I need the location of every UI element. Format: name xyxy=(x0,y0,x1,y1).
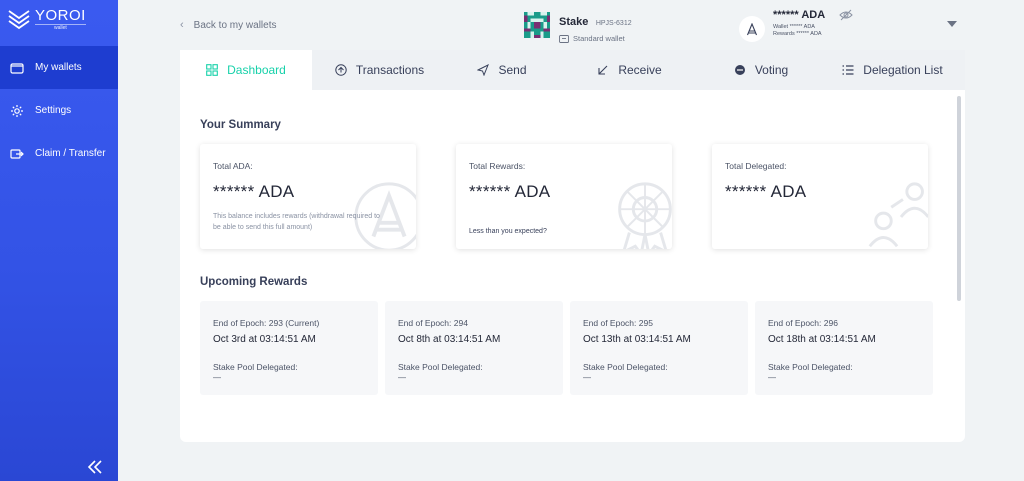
wallet-type: Standard wallet xyxy=(573,34,625,43)
gear-icon xyxy=(11,104,23,117)
logo-text: YOROI xyxy=(35,7,86,24)
balance-rewards: Rewards ****** ADA xyxy=(773,31,822,38)
wallet-icon xyxy=(10,62,24,74)
panel-scrollbar[interactable] xyxy=(957,96,961,301)
epoch-date: Oct 13th at 03:14:51 AM xyxy=(583,334,691,345)
tab-label: Receive xyxy=(618,63,662,77)
wallet-balance[interactable]: ****** ADA Wallet ****** ADA Rewards ***… xyxy=(739,9,853,42)
logo-subtext: wallet xyxy=(35,24,86,31)
epoch-card: End of Epoch: 295 Oct 13th at 03:14:51 A… xyxy=(570,301,748,395)
stake-pool-label: Stake Pool Delegated: xyxy=(213,362,298,372)
back-to-wallets-link[interactable]: ‹ Back to my wallets xyxy=(180,19,276,31)
rewards-watermark-icon xyxy=(618,182,672,249)
wallet-info[interactable]: Stake HPJS-6312 Standard wallet xyxy=(524,12,632,43)
total-delegated-card: Total Delegated: ****** ADA xyxy=(712,144,928,249)
yoroi-logo[interactable]: YOROI wallet xyxy=(8,8,86,31)
dashboard-panel: Your Summary Total ADA: ****** ADA This … xyxy=(180,90,965,442)
epoch-card: End of Epoch: 296 Oct 18th at 03:14:51 A… xyxy=(755,301,933,395)
card-amount: ****** ADA xyxy=(213,182,295,201)
tab-label: Transactions xyxy=(355,63,425,77)
stake-pool-label: Stake Pool Delegated: xyxy=(583,362,668,372)
sidebar: YOROI wallet My wallets Settings Claim /… xyxy=(0,0,118,481)
balance-wallet: Wallet ****** ADA xyxy=(773,24,815,30)
stake-pool-value: — xyxy=(398,373,406,382)
epoch-label: End of Epoch: 295 xyxy=(583,318,653,328)
wallet-plate: HPJS-6312 xyxy=(595,20,632,27)
tab-label: Send xyxy=(498,63,527,77)
stake-pool-label: Stake Pool Delegated: xyxy=(768,362,853,372)
back-label: Back to my wallets xyxy=(193,19,277,31)
wallet-identicon xyxy=(524,12,550,38)
chevron-down-icon[interactable] xyxy=(947,21,957,27)
card-label: Total ADA: xyxy=(213,161,253,171)
epoch-date: Oct 8th at 03:14:51 AM xyxy=(398,334,501,345)
card-amount: ****** ADA xyxy=(469,182,551,201)
sidebar-item-label: Settings xyxy=(35,105,72,116)
hide-balance-icon[interactable] xyxy=(839,9,853,21)
stake-pool-label: Stake Pool Delegated: xyxy=(398,362,483,372)
transfer-icon xyxy=(10,148,24,159)
wallet-tabs: Dashboard Transactions Send Receive Voti… xyxy=(180,50,965,90)
upcoming-rewards-title: Upcoming Rewards xyxy=(200,276,308,288)
card-label: Total Delegated: xyxy=(725,161,787,171)
stake-pool-value: — xyxy=(213,373,221,382)
total-ada-card: Total ADA: ****** ADA This balance inclu… xyxy=(200,144,416,249)
total-rewards-card: Total Rewards: ****** ADA Less than you … xyxy=(456,144,672,249)
sidebar-item-claim-transfer[interactable]: Claim / Transfer xyxy=(0,132,118,175)
yoroi-logo-icon xyxy=(8,10,30,30)
epoch-label: End of Epoch: 293 (Current) xyxy=(213,318,320,328)
top-bar: ‹ Back to my wallets Stake HPJS-6312 Sta… xyxy=(118,0,1024,50)
tab-dashboard[interactable]: Dashboard xyxy=(180,50,312,90)
tab-label: Voting xyxy=(754,63,789,77)
tab-label: Dashboard xyxy=(227,63,286,77)
sidebar-item-label: Claim / Transfer xyxy=(35,148,106,159)
list-icon xyxy=(842,65,854,75)
stake-pool-value: — xyxy=(583,373,591,382)
sidebar-item-label: My wallets xyxy=(35,62,82,73)
tab-receive[interactable]: Receive xyxy=(557,50,702,90)
tab-voting[interactable]: Voting xyxy=(702,50,820,90)
dashboard-icon xyxy=(206,64,218,76)
epoch-date: Oct 18th at 03:14:51 AM xyxy=(768,334,876,345)
voting-icon xyxy=(734,65,745,75)
tab-label: Delegation List xyxy=(863,63,943,77)
chevron-left-icon: ‹ xyxy=(180,19,184,31)
ada-watermark-icon xyxy=(354,182,416,249)
epoch-card: End of Epoch: 294 Oct 8th at 03:14:51 AM… xyxy=(385,301,563,395)
summary-title: Your Summary xyxy=(200,119,281,131)
balance-amount: ****** ADA xyxy=(773,9,826,21)
transactions-icon xyxy=(335,64,347,76)
stake-pool-value: — xyxy=(768,373,776,382)
epoch-date: Oct 3rd at 03:14:51 AM xyxy=(213,334,316,345)
receive-icon xyxy=(598,65,608,75)
epoch-card: End of Epoch: 293 (Current) Oct 3rd at 0… xyxy=(200,301,378,395)
tab-delegation-list[interactable]: Delegation List xyxy=(820,50,965,90)
delegation-watermark-icon xyxy=(868,182,928,248)
card-amount: ****** ADA xyxy=(725,182,807,201)
tab-send[interactable]: Send xyxy=(447,50,557,90)
sidebar-item-my-wallets[interactable]: My wallets xyxy=(0,46,118,89)
send-icon xyxy=(477,64,490,76)
double-chevron-left-icon[interactable] xyxy=(86,459,104,475)
epoch-label: End of Epoch: 294 xyxy=(398,318,468,328)
wallet-type-icon xyxy=(559,35,569,43)
ada-symbol-icon xyxy=(739,16,765,42)
sidebar-nav: My wallets Settings Claim / Transfer xyxy=(0,46,118,175)
less-than-expected-link[interactable]: Less than you expected? xyxy=(469,228,547,235)
epoch-label: End of Epoch: 296 xyxy=(768,318,838,328)
sidebar-item-settings[interactable]: Settings xyxy=(0,89,118,132)
wallet-name: Stake xyxy=(559,16,589,28)
tab-transactions[interactable]: Transactions xyxy=(312,50,447,90)
card-label: Total Rewards: xyxy=(469,161,526,171)
